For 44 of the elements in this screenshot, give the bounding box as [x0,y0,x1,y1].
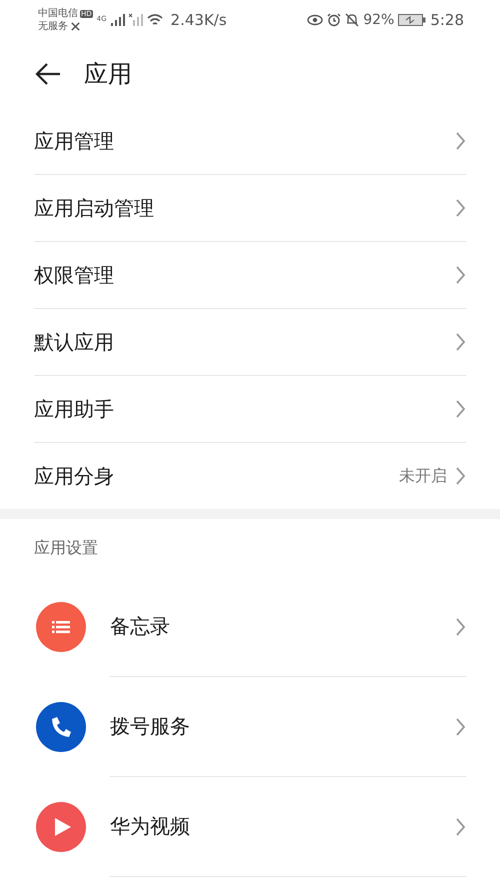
app-name: 备忘录 [110,613,170,640]
network-speed: 2.43K/s [170,11,227,29]
menu-item[interactable]: 权限管理 [34,242,466,309]
menu-label: 应用管理 [34,128,114,154]
no-signal-icon [128,13,143,27]
menu-label: 权限管理 [34,262,114,288]
chevron-icon [455,332,466,352]
section-title: 应用设置 [33,536,99,558]
battery-icon [398,14,426,26]
wifi-icon [146,13,163,27]
muted-bell-icon [345,13,360,27]
app-name: 华为视频 [110,813,190,840]
page-title: 应用 [84,59,132,90]
chevron-icon [455,816,466,836]
menu-item[interactable]: 应用管理 [34,108,466,175]
chevron-icon [455,198,466,218]
clock-time: 5:28 [430,11,464,29]
app-item[interactable]: 备忘录 [36,577,466,677]
no-service-icon [70,21,81,32]
chevron-icon [455,131,466,151]
back-button[interactable] [34,62,62,86]
eye-icon [307,14,324,26]
menu-item[interactable]: 默认应用 [34,309,466,376]
app-name: 拨号服务 [110,713,190,740]
menu-label: 应用分身 [34,462,114,490]
item-value: 未开启 [399,466,447,486]
chevron-icon [455,716,466,736]
chevron-icon [455,466,466,486]
service-status: 无服务 [38,20,68,33]
app-item[interactable]: 拨号服务 [36,677,466,777]
menu-item[interactable]: 应用助手 [34,376,466,443]
menu-label: 应用助手 [34,396,114,422]
menu-label: 默认应用 [34,328,114,356]
menu-label: 应用启动管理 [34,194,154,222]
menu-item[interactable]: 应用分身 未开启 [34,443,466,509]
chevron-icon [455,616,466,636]
chevron-icon [455,265,466,285]
carrier-name: 中国电信 [38,7,78,20]
alarm-icon [327,13,342,27]
menu-item[interactable]: 应用启动管理 [34,175,466,242]
chevron-icon [455,399,466,419]
battery-level: 92% [363,12,394,28]
signal-icon [110,13,125,27]
app-item[interactable]: 华为视频 [36,777,466,877]
